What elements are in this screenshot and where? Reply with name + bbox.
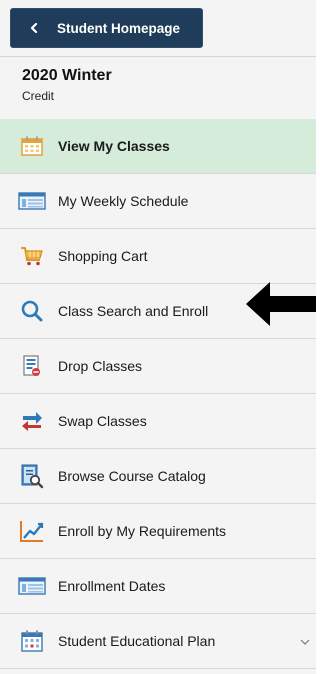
top-bar: Student Homepage bbox=[0, 0, 316, 57]
back-button-label: Student Homepage bbox=[57, 20, 181, 36]
left-arrow-annotation bbox=[246, 282, 316, 326]
nav-item-shopping-cart[interactable]: Shopping Cart bbox=[0, 229, 316, 284]
chevron-down-icon[interactable] bbox=[294, 614, 316, 669]
nav-item-enroll-by-my-requirements[interactable]: Enroll by My Requirements bbox=[0, 504, 316, 559]
nav-item-label: Class Search and Enroll bbox=[58, 303, 209, 319]
calendar-icon bbox=[18, 132, 46, 160]
nav-item-label: Browse Course Catalog bbox=[58, 468, 206, 484]
schedule-icon bbox=[18, 187, 46, 215]
nav-item-view-my-classes[interactable]: View My Classes bbox=[0, 119, 316, 174]
nav-menu: View My Classes My Weekly Schedule Shopp… bbox=[0, 119, 316, 669]
nav-item-drop-classes[interactable]: Drop Classes bbox=[0, 339, 316, 394]
search-icon bbox=[18, 297, 46, 325]
back-button[interactable]: Student Homepage bbox=[10, 8, 203, 48]
nav-item-student-educational-plan[interactable]: Student Educational Plan bbox=[0, 614, 316, 669]
nav-item-label: Shopping Cart bbox=[58, 248, 148, 264]
calendar-icon bbox=[18, 627, 46, 655]
nav-item-label: Enroll by My Requirements bbox=[58, 523, 227, 539]
left-nav-panel: Student Homepage 2020 Winter Credit View… bbox=[0, 0, 316, 674]
nav-item-swap-classes[interactable]: Swap Classes bbox=[0, 394, 316, 449]
nav-item-label: Swap Classes bbox=[58, 413, 147, 429]
catalog-icon bbox=[18, 462, 46, 490]
schedule-icon bbox=[18, 572, 46, 600]
nav-item-label: View My Classes bbox=[58, 138, 170, 154]
shopping-cart-icon bbox=[18, 242, 46, 270]
drop-icon bbox=[18, 352, 46, 380]
chart-icon bbox=[18, 517, 46, 545]
swap-icon bbox=[18, 407, 46, 435]
nav-item-label: My Weekly Schedule bbox=[58, 193, 189, 209]
nav-item-my-weekly-schedule[interactable]: My Weekly Schedule bbox=[0, 174, 316, 229]
nav-item-browse-course-catalog[interactable]: Browse Course Catalog bbox=[0, 449, 316, 504]
chevron-left-icon bbox=[23, 17, 45, 39]
nav-item-label: Enrollment Dates bbox=[58, 578, 166, 594]
nav-item-label: Student Educational Plan bbox=[58, 633, 216, 649]
term-header: 2020 Winter Credit bbox=[0, 57, 316, 120]
term-title: 2020 Winter bbox=[22, 67, 112, 84]
nav-item-label: Drop Classes bbox=[58, 358, 143, 374]
nav-item-enrollment-dates[interactable]: Enrollment Dates bbox=[0, 559, 316, 614]
term-subtitle: Credit bbox=[22, 89, 55, 103]
